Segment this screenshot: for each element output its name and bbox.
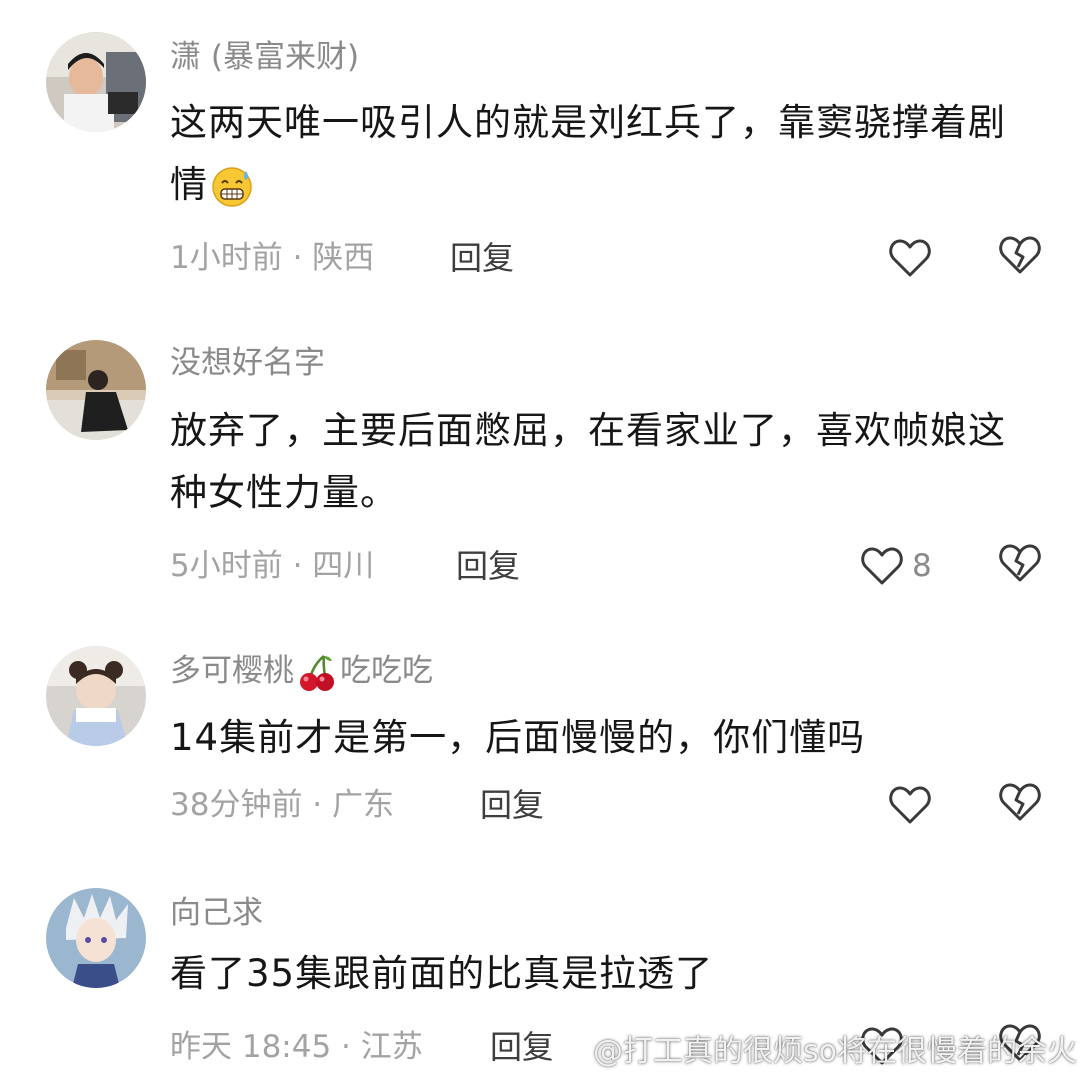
avatar[interactable]	[46, 646, 146, 746]
username[interactable]: 向己求	[170, 893, 263, 933]
username-suffix: 吃吃吃	[340, 653, 433, 689]
broken-heart-icon	[999, 783, 1041, 821]
username[interactable]: 多可樱桃 吃吃吃	[170, 651, 433, 694]
username-prefix: 多可樱桃	[170, 653, 294, 689]
comment-meta: 38分钟前 · 广东	[170, 787, 395, 823]
comment-meta: 昨天 18:45 · 江苏	[170, 1029, 423, 1065]
username[interactable]: 没想好名字	[170, 343, 325, 383]
avatar[interactable]	[46, 888, 146, 988]
comment-meta: 1小时前 · 陕西	[170, 240, 375, 276]
heart-outline-icon	[861, 547, 903, 585]
heart-outline-icon	[889, 786, 931, 824]
like-count: 8	[912, 548, 932, 584]
comment-meta: 5小时前 · 四川	[170, 548, 375, 584]
like-button[interactable]	[888, 781, 932, 829]
dislike-button[interactable]	[998, 781, 1046, 829]
watermark-text: @打工真的很烦so将在很慢着的余火	[593, 1034, 1077, 1069]
username[interactable]: 潇 (暴富来财)	[170, 37, 359, 77]
dislike-button[interactable]	[998, 234, 1046, 282]
reply-button[interactable]: 回复	[480, 785, 544, 825]
broken-heart-icon	[999, 236, 1041, 274]
reply-button[interactable]: 回复	[490, 1027, 554, 1067]
sweat-grin-emoji	[212, 166, 252, 207]
heart-outline-icon	[889, 239, 931, 277]
cherry-emoji	[300, 654, 334, 691]
comment-text: 14集前才是第一，后面慢慢的，你们懂吗	[170, 716, 866, 759]
comment-text: 放弃了，主要后面憋屈，在看家业了，喜欢帧娘这种女性力量。	[170, 409, 1006, 514]
broken-heart-icon	[999, 544, 1041, 582]
comment-text: 看了35集跟前面的比真是拉透了	[170, 952, 714, 995]
like-button[interactable]: 8	[860, 542, 932, 590]
weibo-logo-icon	[547, 1034, 586, 1064]
comment-text: 这两天唯一吸引人的就是刘红兵了，靠窦骁撑着剧情	[170, 92, 1030, 216]
like-button[interactable]	[888, 234, 932, 282]
reply-button[interactable]: 回复	[450, 238, 514, 278]
comment-text-content: 这两天唯一吸引人的就是刘红兵了，靠窦骁撑着剧情	[170, 101, 1006, 206]
dislike-button[interactable]	[998, 542, 1046, 590]
reply-button[interactable]: 回复	[456, 546, 520, 586]
avatar[interactable]	[46, 32, 146, 132]
watermark: @打工真的很烦so将在很慢着的余火	[547, 1026, 1077, 1070]
avatar[interactable]	[46, 340, 146, 440]
